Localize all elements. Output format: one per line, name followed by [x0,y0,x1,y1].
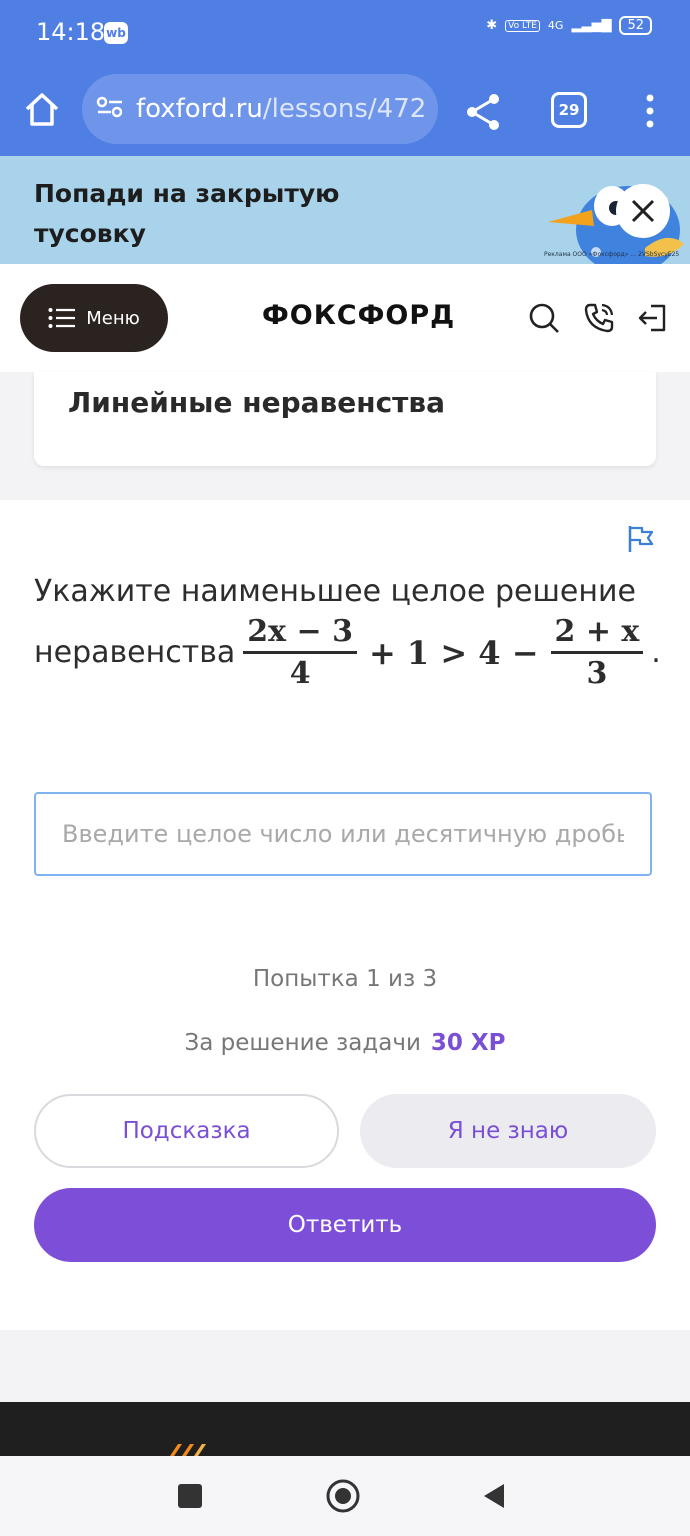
reward-xp: 30 XP [430,1030,506,1056]
reward-label: За решение задачи [184,1030,421,1056]
signal-icon: ▂▃▅▇ [571,18,612,33]
fraction-right-denominator: 3 [586,656,608,691]
attempt-counter: Попытка 1 из 3 [252,966,438,992]
search-icon[interactable] [528,302,560,334]
lesson-title: Линейные неравенства [68,386,446,419]
back-nav-icon[interactable] [476,1478,512,1514]
fraction-left-numerator: 2x − 3 [243,614,357,654]
recent-apps-icon[interactable] [172,1478,208,1514]
task-text-line2: неравенства 2x − 3 4 + 1 > 4 − 2 + x 3 . [34,614,661,691]
home-icon[interactable] [22,90,62,130]
url-host: foxford.ru [136,94,263,124]
bluetooth-icon: ✱ [486,18,498,33]
fraction-left-denominator: 4 [289,656,311,691]
task-panel: Укажите наименьшее целое решение неравен… [0,500,690,1330]
report-flag-icon[interactable] [626,524,656,554]
task-end: . [651,635,661,670]
fraction-left: 2x − 3 4 [243,614,357,691]
status-indicators: ✱ Vo LTE 4G ▂▃▅▇ 52 [486,16,652,35]
url-text: foxford.ru/lessons/472 [136,94,426,124]
site-footer [0,1402,690,1456]
close-icon [631,199,655,223]
ad-title: Попади на закрытую тусовку [34,179,340,248]
network-type: 4G [547,19,564,32]
answer-input[interactable] [34,792,652,876]
inequality-middle: + 1 > 4 − [368,633,539,672]
ad-close-button[interactable] [616,184,670,238]
battery-icon: 52 [619,16,652,35]
share-icon[interactable] [462,90,506,134]
tab-switcher-button[interactable]: 29 [551,92,587,128]
browser-toolbar: foxford.ru/lessons/472 29 [0,62,690,156]
brand-chevrons-icon [170,1444,206,1456]
task-text-line1: Укажите наименьшее целое решение [34,574,636,609]
task-prefix: неравенства [34,635,236,670]
hint-button[interactable]: Подсказка [34,1094,339,1168]
more-menu-icon[interactable] [644,92,656,132]
home-nav-icon[interactable] [325,1478,361,1514]
system-nav-bar [0,1456,690,1536]
site-settings-icon[interactable] [96,95,124,123]
ad-fine-print: Реклама ООО «Фоксфорд» ... 2VSbSycyE25 [544,251,680,258]
login-icon[interactable] [637,302,669,334]
url-path: /lessons/472 [262,94,426,124]
wb-app-icon: wb [104,22,128,44]
lesson-card: Линейные неравенства [34,372,656,466]
menu-button[interactable]: Меню [20,284,168,352]
fraction-right: 2 + x 3 [550,614,644,691]
volte-badge: Vo LTE [505,19,540,32]
site-header: Меню ФОКСФОРД [0,264,690,372]
reward-info: За решение задачи 30 XP [0,1030,690,1056]
phone-icon[interactable] [583,302,615,334]
status-time: 14:18 [36,18,106,46]
submit-answer-button[interactable]: Ответить [34,1188,656,1262]
list-icon [48,308,76,328]
fraction-right-numerator: 2 + x [550,614,644,654]
menu-label: Меню [86,307,140,329]
site-logo[interactable]: ФОКСФОРД [262,300,455,331]
address-bar[interactable]: foxford.ru/lessons/472 [82,74,438,144]
dont-know-button[interactable]: Я не знаю [360,1094,656,1168]
status-bar: 14:18 wb ✱ Vo LTE 4G ▂▃▅▇ 52 [0,0,690,62]
